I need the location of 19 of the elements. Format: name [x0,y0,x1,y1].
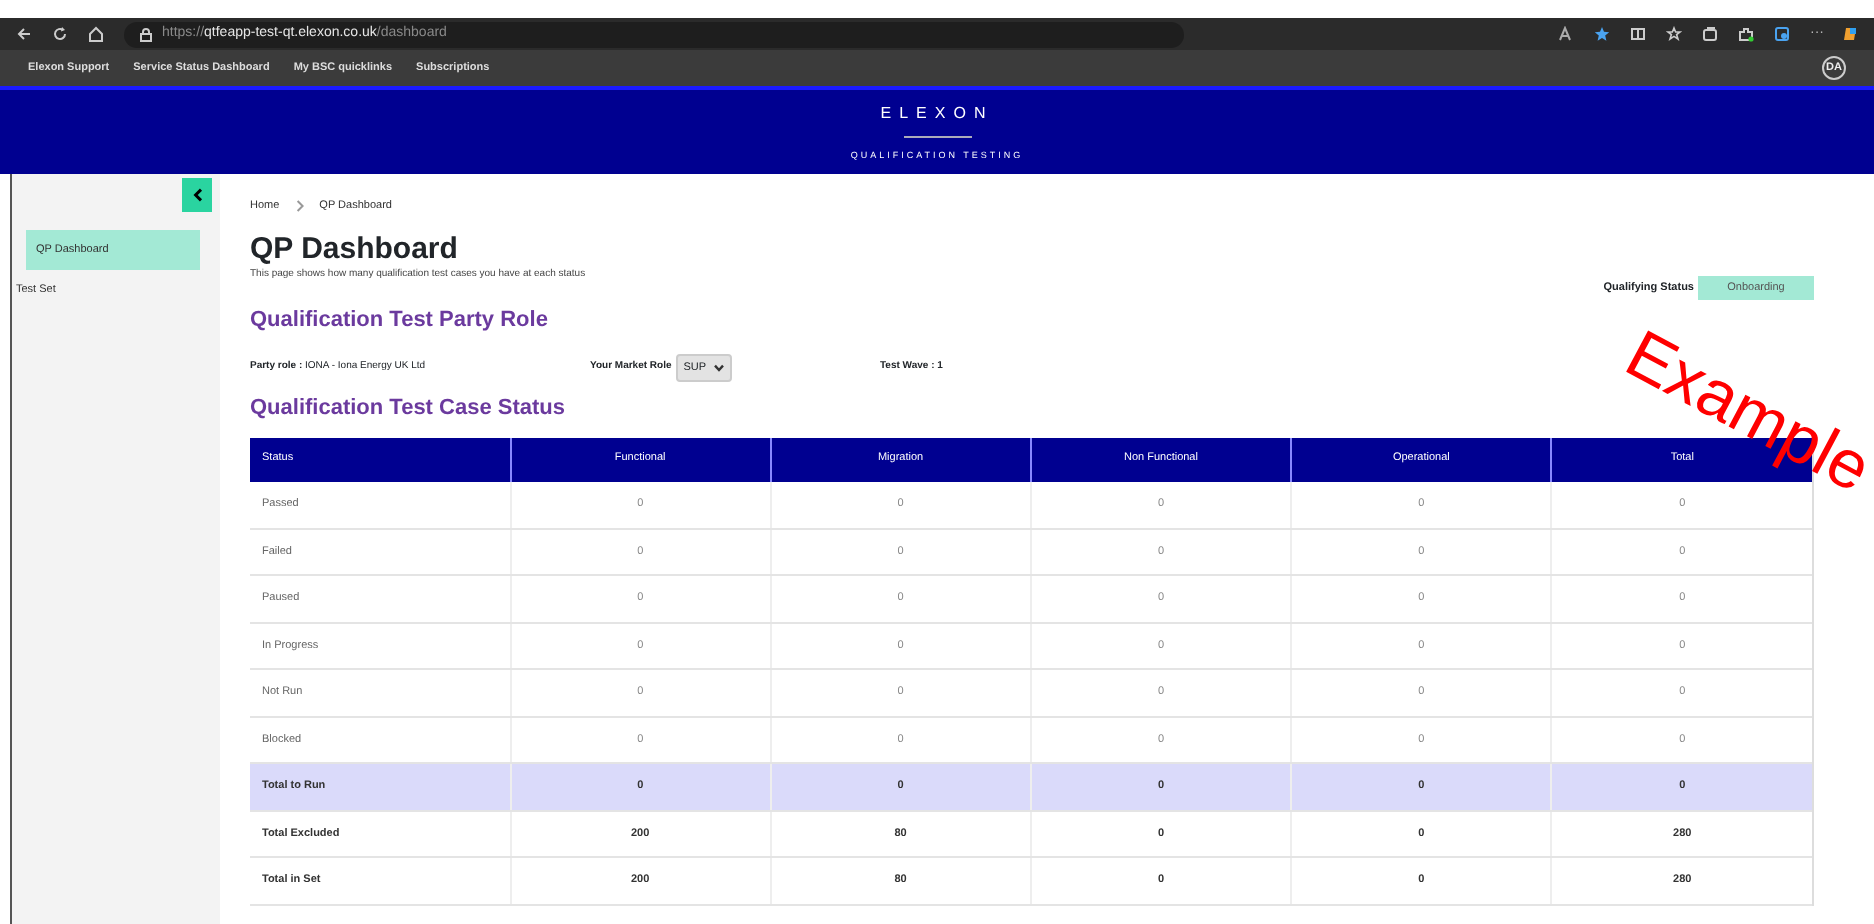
copilot-icon[interactable] [1844,26,1858,42]
caret-icon [714,363,725,372]
refresh-icon[interactable] [52,26,68,42]
star-icon[interactable] [1594,26,1610,42]
collections-icon[interactable] [1702,26,1718,42]
lock-icon [140,27,152,41]
split-screen-icon[interactable] [1630,26,1646,42]
brand-logo: ELEXON [880,101,994,126]
collapse-button[interactable] [182,178,212,212]
chevron-left-icon [191,188,203,202]
browser-app-icon[interactable] [1774,26,1790,42]
back-icon[interactable] [16,26,32,42]
extensions-icon[interactable] [1738,26,1754,42]
favorites-icon[interactable] [1666,26,1682,42]
home-icon[interactable] [88,26,104,42]
read-aloud-icon[interactable] [1558,26,1574,42]
section-heading: Qualification Test Party Role [250,306,550,337]
chevron-right-icon [295,200,304,213]
page-title: QP Dashboard [250,234,460,268]
